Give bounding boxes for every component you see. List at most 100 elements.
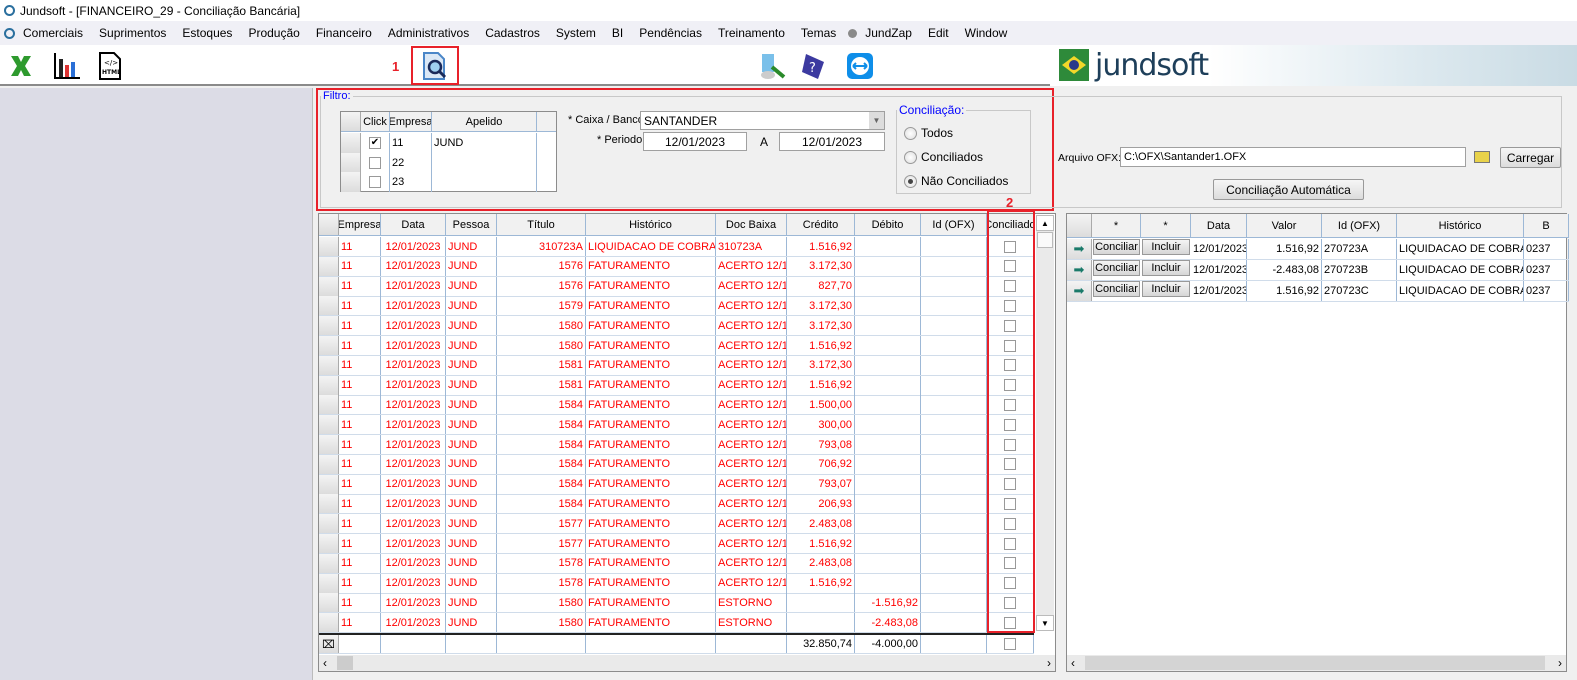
row-header[interactable]: [319, 573, 339, 593]
table-row[interactable]: 11 12/01/2023 JUND 1578 FATURAMENTO ACERTO 12…: [319, 553, 1034, 574]
menu-suprimentos[interactable]: Suprimentos: [91, 26, 174, 40]
col-header[interactable]: Pessoa: [446, 214, 497, 235]
menu-bi[interactable]: BI: [604, 26, 631, 40]
row-header[interactable]: [319, 296, 339, 316]
row-header[interactable]: [319, 415, 339, 435]
radio-0[interactable]: Todos: [904, 126, 953, 141]
menu-jundzap[interactable]: JundZap: [857, 26, 920, 40]
menu-produção[interactable]: Produção: [240, 26, 307, 40]
scroll-left-icon[interactable]: ‹: [1071, 656, 1075, 670]
row-header[interactable]: [319, 355, 339, 375]
ofx-col-header[interactable]: *: [1092, 214, 1141, 237]
table-row[interactable]: 11 12/01/2023 JUND 1580 FATURAMENTO ACERTO 12…: [319, 316, 1034, 337]
ofx-row[interactable]: ➡ Conciliar Incluir 12/01/2023 1.516,92 27072…: [1067, 281, 1569, 302]
teamviewer-icon[interactable]: [845, 51, 875, 81]
menu-financeiro[interactable]: Financeiro: [308, 26, 380, 40]
table-row[interactable]: 11 12/01/2023 JUND 1580 FATURAMENTO ACERTO 12…: [319, 336, 1034, 356]
row-header[interactable]: [319, 534, 339, 553]
help-book-icon[interactable]: ?: [798, 51, 828, 81]
conciliar-button[interactable]: Conciliar: [1093, 260, 1140, 276]
empresa-row[interactable]: ✔ 11 JUND: [341, 133, 537, 153]
table-row[interactable]: 11 12/01/2023 JUND 1584 FATURAMENTO ACERTO 12…: [319, 435, 1034, 455]
table-row[interactable]: 11 12/01/2023 JUND 1578 FATURAMENTO ACERTO 12…: [319, 573, 1034, 594]
col-header[interactable]: Crédito: [787, 214, 855, 235]
radio-button[interactable]: [904, 151, 917, 165]
ofx-horizontal-scrollbar[interactable]: ‹ ›: [1067, 655, 1566, 671]
incluir-button[interactable]: Incluir: [1142, 260, 1190, 276]
radio-2[interactable]: Não Conciliados: [904, 174, 1008, 189]
row-header[interactable]: [319, 237, 339, 256]
ofx-row[interactable]: ➡ Conciliar Incluir 12/01/2023 1.516,92 27072…: [1067, 239, 1569, 260]
row-header[interactable]: [319, 276, 339, 296]
row-header[interactable]: [319, 613, 339, 633]
row-header[interactable]: [319, 553, 339, 573]
table-row[interactable]: 11 12/01/2023 JUND 1584 FATURAMENTO ACERTO 12…: [319, 415, 1034, 436]
empresa-checkbox[interactable]: [369, 156, 381, 169]
col-header[interactable]: Doc Baixa: [716, 214, 787, 235]
hscroll-thumb[interactable]: [1085, 656, 1545, 670]
radio-button[interactable]: [904, 175, 917, 189]
col-header[interactable]: Débito: [855, 214, 921, 235]
vertical-scrollbar[interactable]: ▲ ▼: [1036, 215, 1054, 631]
menu-system[interactable]: System: [548, 26, 604, 40]
radio-button[interactable]: [904, 127, 917, 141]
table-row[interactable]: 11 12/01/2023 JUND 1576 FATURAMENTO ACERTO 12…: [319, 276, 1034, 297]
menu-estoques[interactable]: Estoques: [174, 26, 240, 40]
row-header[interactable]: [319, 336, 339, 355]
totals-checkbox[interactable]: [1004, 638, 1016, 650]
table-row[interactable]: 11 12/01/2023 JUND 310723A LIQUIDACAO DE COB…: [319, 237, 1034, 257]
row-header[interactable]: [319, 474, 339, 494]
excel-icon[interactable]: [6, 51, 36, 81]
row-header[interactable]: [319, 494, 339, 514]
periodo-from-input[interactable]: 12/01/2023: [643, 132, 747, 151]
col-apelido[interactable]: Apelido: [432, 112, 537, 131]
menu-temas[interactable]: Temas: [793, 26, 844, 40]
incluir-button[interactable]: Incluir: [1142, 239, 1190, 255]
table-row[interactable]: 11 12/01/2023 JUND 1580 FATURAMENTO ESTORNO -1…: [319, 593, 1034, 614]
empresa-checkbox[interactable]: [369, 176, 381, 188]
horizontal-scrollbar[interactable]: ‹ ›: [319, 655, 1055, 671]
folder-icon[interactable]: [1474, 151, 1490, 163]
row-header[interactable]: [319, 435, 339, 454]
menu-window[interactable]: Window: [957, 26, 1016, 40]
ofx-col-header[interactable]: *: [1141, 214, 1191, 237]
row-header[interactable]: [319, 375, 339, 395]
table-row[interactable]: 11 12/01/2023 JUND 1577 FATURAMENTO ACERTO 12…: [319, 534, 1034, 554]
table-row[interactable]: 11 12/01/2023 JUND 1584 FATURAMENTO ACERTO 12…: [319, 474, 1034, 495]
row-header[interactable]: [319, 454, 339, 474]
user-config-icon[interactable]: [758, 51, 788, 81]
col-header[interactable]: Id (OFX): [921, 214, 987, 235]
conciliar-button[interactable]: Conciliar: [1093, 239, 1140, 255]
col-click[interactable]: Click: [361, 112, 390, 131]
ofx-col-header[interactable]: Data: [1191, 214, 1247, 237]
menu-comerciais[interactable]: Comerciais: [15, 26, 91, 40]
menu-pendências[interactable]: Pendências: [631, 26, 710, 40]
row-header[interactable]: [319, 593, 339, 613]
conciliar-button[interactable]: Conciliar: [1093, 281, 1140, 297]
empresa-checkbox[interactable]: ✔: [369, 137, 381, 149]
conciliacao-automatica-button[interactable]: Conciliação Automática: [1213, 179, 1364, 200]
col-header[interactable]: Histórico: [586, 214, 716, 235]
scroll-left-icon[interactable]: ‹: [323, 656, 327, 670]
empresa-row[interactable]: 23: [341, 172, 537, 192]
scroll-down-icon[interactable]: ▼: [1036, 615, 1054, 631]
table-row[interactable]: 11 12/01/2023 JUND 1576 FATURAMENTO ACERTO 12…: [319, 256, 1034, 277]
table-row[interactable]: 11 12/01/2023 JUND 1577 FATURAMENTO ACERTO 12…: [319, 514, 1034, 535]
radio-1[interactable]: Conciliados: [904, 150, 983, 165]
scroll-up-icon[interactable]: ▲: [1036, 215, 1054, 231]
periodo-to-input[interactable]: 12/01/2023: [779, 132, 885, 151]
table-row[interactable]: 11 12/01/2023 JUND 1584 FATURAMENTO ACERTO 12…: [319, 454, 1034, 475]
scroll-right-icon[interactable]: ›: [1558, 656, 1562, 670]
ofx-col-header[interactable]: Valor: [1247, 214, 1322, 237]
ofx-path-input[interactable]: C:\OFX\Santander1.OFX: [1120, 147, 1466, 167]
ofx-col-header[interactable]: B: [1524, 214, 1569, 237]
col-header[interactable]: Data: [381, 214, 446, 235]
col-header[interactable]: Empresa: [339, 214, 381, 235]
row-header[interactable]: [319, 395, 339, 415]
table-row[interactable]: 11 12/01/2023 JUND 1581 FATURAMENTO ACERTO 12…: [319, 355, 1034, 376]
col-header[interactable]: Título: [497, 214, 586, 235]
scroll-thumb[interactable]: [1037, 232, 1053, 248]
ofx-row[interactable]: ➡ Conciliar Incluir 12/01/2023 -2.483,08 2707…: [1067, 260, 1569, 281]
scroll-right-icon[interactable]: ›: [1047, 656, 1051, 670]
col-empresa[interactable]: Empresa: [390, 112, 432, 131]
